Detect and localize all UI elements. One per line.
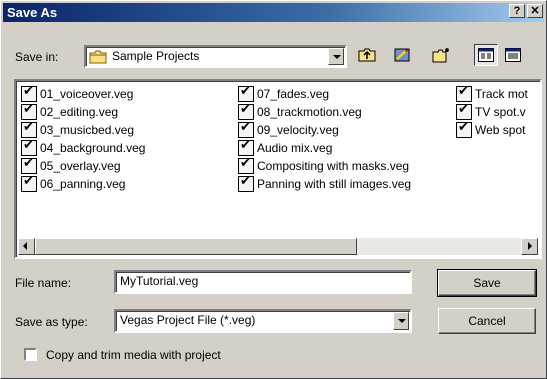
save-as-type-value: Vegas Project File (*.veg) [120, 313, 256, 327]
up-one-level-button[interactable] [355, 44, 379, 66]
file-item[interactable]: Panning with still images.veg [238, 173, 411, 193]
file-item[interactable]: 08_trackmotion.veg [238, 101, 411, 121]
save-in-dropdown-button[interactable] [328, 48, 344, 65]
new-folder-button[interactable] [429, 44, 453, 66]
vegas-file-icon [21, 155, 37, 174]
vegas-file-icon [21, 101, 37, 120]
file-name-input[interactable]: MyTutorial.veg [114, 270, 412, 294]
title-bar[interactable]: Save As [3, 3, 544, 22]
file-item[interactable]: 04_background.veg [21, 137, 145, 157]
file-item[interactable]: Audio mix.veg [238, 137, 411, 157]
vegas-file-icon [238, 155, 254, 174]
horizontal-scrollbar[interactable] [18, 238, 538, 255]
file-item[interactable]: 01_voiceover.veg [21, 83, 145, 103]
vegas-file-icon [21, 137, 37, 156]
scroll-left-button[interactable] [18, 238, 35, 255]
vegas-file-icon [238, 83, 254, 102]
cancel-button[interactable]: Cancel [438, 308, 536, 334]
save-in-combo[interactable]: Sample Projects [84, 45, 347, 68]
save-as-type-label: Save as type: [15, 315, 88, 329]
file-name-label: File name: [15, 276, 72, 290]
save-in-value: Sample Projects [112, 49, 200, 63]
file-item[interactable]: 03_musicbed.veg [21, 119, 145, 139]
file-column-3: Track mot TV spot.v Web spot [456, 83, 528, 139]
file-item[interactable]: 06_panning.veg [21, 173, 145, 193]
save-in-label: Save in: [15, 50, 59, 64]
details-view-icon [505, 48, 521, 65]
help-button[interactable]: ? [509, 4, 525, 18]
file-item[interactable]: 05_overlay.veg [21, 155, 145, 175]
desktop-icon [393, 47, 411, 66]
copy-trim-checkbox[interactable] [24, 348, 37, 361]
details-view-button[interactable] [501, 44, 525, 66]
save-as-type-select[interactable]: Vegas Project File (*.veg) [114, 309, 412, 333]
vegas-file-icon [21, 119, 37, 138]
folder-icon [89, 50, 107, 67]
save-button[interactable]: Save [437, 269, 537, 297]
save-as-type-dropdown-button[interactable] [393, 312, 409, 330]
copy-trim-label: Copy and trim media with project [46, 348, 221, 362]
vegas-file-icon [238, 137, 254, 156]
file-list[interactable]: 01_voiceover.veg 02_editing.veg 03_music… [14, 79, 542, 259]
vegas-file-icon [238, 119, 254, 138]
vegas-file-icon [21, 173, 37, 192]
file-item[interactable]: Compositing with masks.veg [238, 155, 411, 175]
window-title: Save As [7, 5, 58, 20]
file-item[interactable]: 07_fades.veg [238, 83, 411, 103]
vegas-file-icon [456, 101, 472, 120]
list-view-button[interactable] [474, 44, 498, 66]
save-as-dialog: Save As ? ✕ Save in: Sample Projects ✔ 0… [0, 0, 547, 379]
vegas-file-icon [238, 173, 254, 192]
desktop-button[interactable] [390, 44, 414, 66]
vegas-file-icon [456, 119, 472, 138]
new-folder-icon [432, 47, 450, 66]
file-column-2: 07_fades.veg 08_trackmotion.veg 09_veloc… [238, 83, 411, 193]
file-column-1: 01_voiceover.veg 02_editing.veg 03_music… [21, 83, 145, 193]
list-view-icon [478, 48, 494, 65]
vegas-file-icon [238, 101, 254, 120]
vegas-file-icon [21, 83, 37, 102]
close-button[interactable]: ✕ [527, 4, 543, 18]
file-name-value: MyTutorial.veg [120, 274, 199, 288]
scroll-thumb[interactable] [35, 238, 357, 255]
up-one-level-icon [358, 47, 376, 66]
file-item[interactable]: Web spot [456, 119, 528, 139]
file-item[interactable]: 02_editing.veg [21, 101, 145, 121]
scroll-right-button[interactable] [521, 238, 538, 255]
vegas-file-icon [456, 83, 472, 102]
file-item[interactable]: 09_velocity.veg [238, 119, 411, 139]
